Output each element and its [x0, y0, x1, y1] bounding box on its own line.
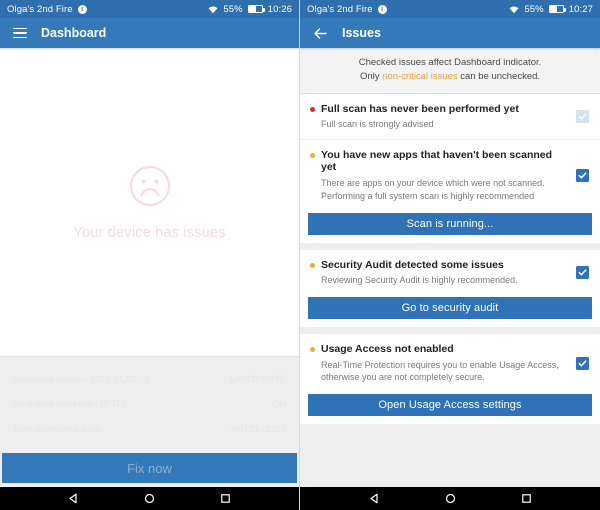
battery-percent-label: 55%	[223, 3, 243, 15]
nav-back-triangle-icon[interactable]	[369, 493, 380, 504]
scan-running-button[interactable]: Scan is running...	[308, 212, 592, 235]
issues-app-bar: Issues	[300, 18, 600, 48]
issue-card-usage-access: Usage Access not enabled Real-Time Prote…	[300, 333, 600, 425]
issues-screen: Olga's 2nd Fire i 55% 10:27 Issues Check…	[300, 0, 600, 510]
issue-title: You have new apps that haven't been scan…	[321, 148, 553, 174]
checkbox-container	[576, 343, 590, 384]
left-status-bar-left: Olga's 2nd Fire i	[7, 4, 87, 15]
open-usage-access-settings-button[interactable]: Open Usage Access settings	[308, 394, 592, 417]
dashboard-hero: Your device has issues	[0, 48, 299, 356]
info-value: JAN 11, 2017	[229, 424, 286, 435]
battery-percent-label: 55%	[524, 3, 544, 15]
nav-home-circle-icon[interactable]	[445, 493, 456, 504]
battery-icon	[548, 5, 566, 13]
notice-highlight: non-critical issues	[382, 70, 458, 82]
action-container: Scan is running...	[300, 211, 600, 243]
issue-row-usage-access[interactable]: Usage Access not enabled Real-Time Prote…	[300, 334, 600, 392]
sad-face-icon	[128, 164, 172, 208]
issue-title: Full scan has never been performed yet	[321, 102, 519, 115]
wifi-icon	[509, 5, 519, 14]
device-name-label: Olga's 2nd Fire	[307, 3, 373, 15]
clock-label: 10:27	[568, 3, 593, 15]
dashboard-screen: Olga's 2nd Fire i 55% 10:26 Dashboard Yo…	[0, 0, 300, 510]
clock-label: 10:26	[267, 3, 292, 15]
action-container: Go to security audit	[300, 295, 600, 327]
wifi-icon	[208, 5, 218, 14]
severity-dot-critical-icon	[310, 106, 315, 112]
info-icon: i	[77, 4, 87, 14]
issue-row-new-apps[interactable]: You have new apps that haven't been scan…	[300, 138, 600, 211]
action-container: Open Usage Access settings	[300, 392, 600, 424]
device-status-text: Your device has issues	[73, 224, 226, 241]
issue-text-block: Security Audit detected some issues Revi…	[321, 259, 576, 287]
severity-dot-minor-icon	[310, 346, 315, 352]
issue-card-security-audit: Security Audit detected some issues Revi…	[300, 249, 600, 327]
issue-checkbox-disabled	[576, 110, 589, 124]
nav-recents-square-icon[interactable]	[220, 493, 231, 504]
right-status-bar-right: 55% 10:27	[509, 4, 593, 15]
issue-text-block: Usage Access not enabled Real-Time Prote…	[321, 343, 576, 384]
issue-description: Reviewing Security Audit is highly recom…	[321, 275, 518, 286]
nav-back-triangle-icon[interactable]	[68, 493, 79, 504]
dual-screenshot-container: Olga's 2nd Fire i 55% 10:26 Dashboard Yo…	[0, 0, 600, 510]
nav-recents-square-icon[interactable]	[521, 493, 532, 504]
right-status-bar-left: Olga's 2nd Fire i	[307, 4, 387, 15]
battery-icon	[247, 5, 265, 13]
info-icon: i	[377, 4, 387, 14]
notice-prefix: Only	[359, 70, 383, 82]
page-title: Issues	[342, 26, 381, 40]
dashboard-info-list: Database version 2017.01.09.01 UP TO DAT…	[0, 356, 299, 450]
go-to-security-audit-button[interactable]: Go to security audit	[308, 296, 592, 319]
checkbox-container	[576, 259, 590, 287]
issue-title: Usage Access not enabled	[321, 342, 454, 355]
right-status-bar: Olga's 2nd Fire i 55% 10:27	[300, 0, 600, 18]
issue-row-full-scan[interactable]: Full scan has never been performed yet F…	[300, 94, 600, 139]
notice-line-1: Checked issues affect Dashboard indicato…	[358, 57, 542, 68]
device-name-label: Olga's 2nd Fire	[7, 3, 73, 15]
issue-checkbox[interactable]	[576, 169, 589, 183]
info-row-database-version: Database version 2017.01.09.01 UP TO DAT…	[13, 367, 286, 392]
info-key: Next scheduled scan	[13, 424, 102, 435]
info-key: Database version 2017.01.09.01	[13, 374, 151, 385]
right-navigation-bar	[300, 487, 600, 510]
back-arrow-icon[interactable]	[313, 26, 328, 41]
info-key: Real-time protection (RTP)	[13, 399, 126, 410]
left-status-bar-right: 55% 10:26	[208, 4, 292, 15]
page-title: Dashboard	[41, 26, 107, 40]
issue-text-block: Full scan has never been performed yet F…	[321, 103, 576, 131]
severity-dot-minor-icon	[310, 152, 315, 158]
left-navigation-bar	[0, 487, 299, 510]
issue-description: Full scan is strongly advised	[321, 119, 434, 130]
dashboard-app-bar: Dashboard	[0, 18, 299, 48]
issue-checkbox[interactable]	[576, 266, 589, 280]
issue-checkbox[interactable]	[576, 357, 589, 371]
fix-now-container: Fix now	[0, 450, 299, 487]
issue-title: Security Audit detected some issues	[321, 258, 504, 271]
nav-home-circle-icon[interactable]	[144, 493, 155, 504]
info-row-next-scheduled-scan: Next scheduled scan JAN 11, 2017	[13, 417, 286, 442]
checkbox-container	[576, 103, 590, 131]
issue-description: Real-Time Protection requires you to ena…	[321, 359, 559, 383]
severity-dot-minor-icon	[310, 262, 315, 268]
issue-row-security-audit[interactable]: Security Audit detected some issues Revi…	[300, 250, 600, 295]
issue-text-block: You have new apps that haven't been scan…	[321, 149, 576, 203]
fix-now-button[interactable]: Fix now	[2, 453, 297, 483]
issues-list[interactable]: Checked issues affect Dashboard indicato…	[300, 48, 600, 487]
info-value: ON	[271, 399, 286, 410]
info-row-realtime-protection: Real-time protection (RTP) ON	[13, 392, 286, 417]
issue-description: There are apps on your device which were…	[321, 178, 545, 201]
checkbox-container	[576, 149, 590, 203]
left-status-bar: Olga's 2nd Fire i 55% 10:26	[0, 0, 299, 18]
notice-line-2: Only non-critical issues can be unchecke…	[308, 70, 592, 84]
issues-notice: Checked issues affect Dashboard indicato…	[300, 48, 600, 94]
hamburger-menu-icon[interactable]	[13, 27, 27, 39]
info-value: UP TO DATE	[230, 374, 286, 385]
issue-card-scan: Full scan has never been performed yet F…	[300, 93, 600, 243]
notice-suffix: can be unchecked.	[457, 70, 541, 82]
